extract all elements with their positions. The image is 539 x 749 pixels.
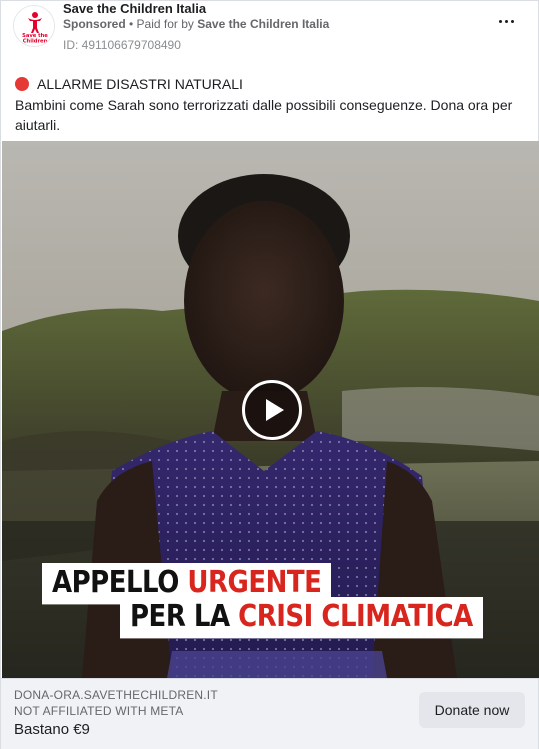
ad-id: ID: 491106679708490	[63, 38, 181, 52]
link-headline: Bastano €9	[14, 721, 90, 738]
page-avatar[interactable]: Save the Children	[13, 5, 55, 47]
post-header: Save the Children Save the Children Ital…	[1, 1, 538, 61]
affiliation-note: NOT AFFILIATED WITH META	[14, 704, 184, 718]
meta-separator: •	[125, 17, 137, 31]
link-footer[interactable]: DONA-ORA.SAVETHECHILDREN.IT NOT AFFILIAT…	[1, 678, 538, 749]
sponsored-line: Sponsored • Paid for by Save the Childre…	[63, 17, 329, 32]
save-the-children-logo: Save the Children	[14, 6, 54, 46]
sponsored-label: Sponsored	[63, 17, 126, 31]
page-name-link[interactable]: Save the Children Italia	[63, 1, 206, 16]
play-icon	[266, 399, 284, 421]
banner-line-2-red: CRISI CLIMATICA	[238, 599, 473, 634]
more-horizontal-icon-dot	[504, 19, 508, 23]
alert-line: ALLARME DISASTRI NATURALI	[15, 75, 243, 93]
donate-now-button[interactable]: Donate now	[419, 692, 525, 728]
more-horizontal-icon-dot	[510, 19, 514, 23]
more-horizontal-icon	[498, 19, 502, 23]
red-circle-icon	[15, 77, 29, 91]
banner-line-2: PER LA CRISI CLIMATICA	[120, 597, 483, 639]
banner-line-1-black: APPELLO	[52, 565, 188, 600]
paid-for-prefix: Paid for by	[136, 17, 198, 31]
alert-title: ALLARME DISASTRI NATURALI	[37, 76, 243, 92]
banner-line-2-black: PER LA	[130, 599, 239, 634]
logo-text-2: Children	[23, 39, 48, 45]
play-button[interactable]	[242, 380, 302, 440]
link-domain: DONA-ORA.SAVETHECHILDREN.IT	[14, 688, 218, 702]
paid-for-by-name: Save the Children Italia	[197, 17, 330, 31]
post-body-text: Bambini come Sarah sono terrorizzati dal…	[15, 97, 513, 133]
banner-line-1-red: URGENTE	[187, 565, 322, 600]
more-options-button[interactable]	[494, 11, 518, 31]
video-media[interactable]: APPELLO URGENTE PER LA CRISI CLIMATICA	[2, 141, 539, 678]
ad-card: Save the Children Save the Children Ital…	[0, 0, 539, 749]
